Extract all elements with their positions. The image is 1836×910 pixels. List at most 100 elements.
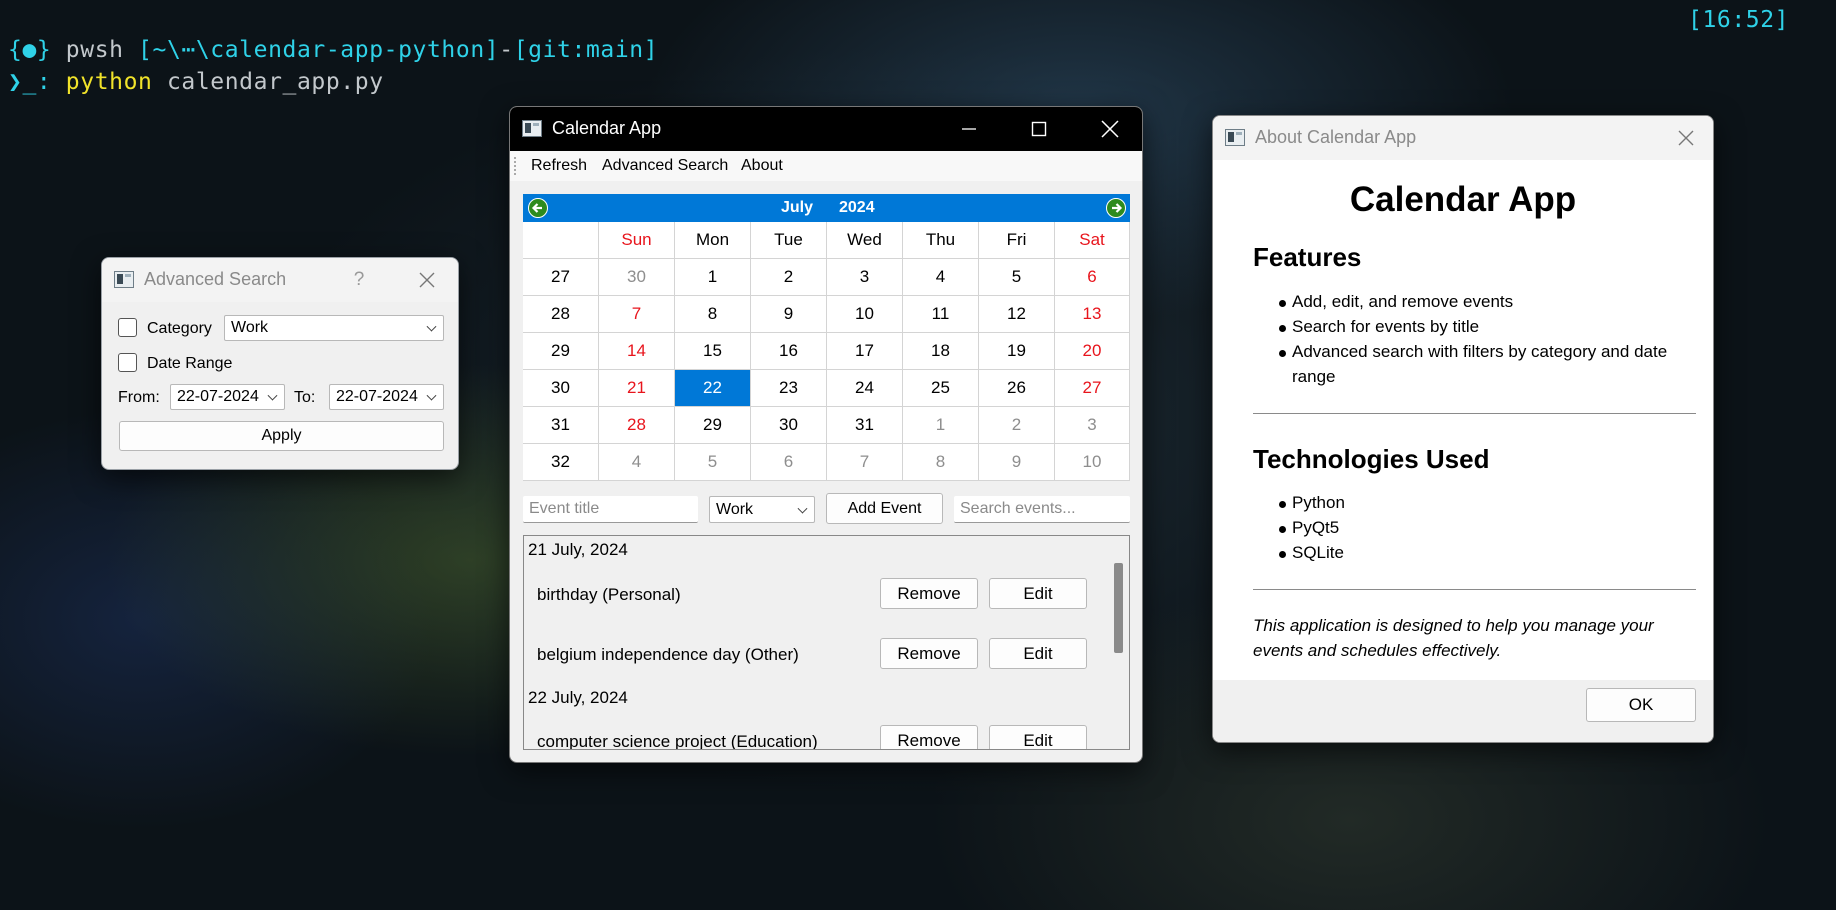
maximize-button[interactable] — [1024, 115, 1054, 143]
calendar-day-cell[interactable]: 19 — [979, 333, 1055, 370]
calendar-day-cell[interactable]: 3 — [827, 259, 903, 296]
terminal-clock: [16:52] — [1688, 7, 1790, 33]
calendar-day-cell[interactable]: 1 — [675, 259, 751, 296]
calendar-day-cell[interactable]: 23 — [751, 370, 827, 407]
chevron-down-icon — [797, 503, 808, 514]
event-group-date: 22 July, 2024 — [528, 688, 628, 707]
advanced-search-window: Advanced Search ? Category Work Date Ran… — [101, 257, 459, 470]
about-titlebar[interactable]: About Calendar App — [1213, 116, 1713, 160]
next-month-button[interactable] — [1106, 198, 1126, 223]
calendar-day-cell[interactable]: 5 — [979, 259, 1055, 296]
remove-event-button[interactable]: Remove — [880, 725, 978, 749]
edit-event-button[interactable]: Edit — [989, 638, 1087, 669]
event-label: belgium independence day (Other) — [537, 645, 799, 664]
menu-about[interactable]: About — [741, 157, 783, 175]
technology-item: PyQt5 — [1278, 518, 1340, 537]
ok-button[interactable]: OK — [1586, 688, 1696, 722]
close-icon — [419, 272, 435, 288]
week-number: 28 — [523, 296, 599, 333]
calendar-day-cell[interactable]: 7 — [827, 444, 903, 481]
event-category-value: Work — [716, 500, 754, 518]
category-checkbox[interactable] — [118, 318, 137, 337]
event-label: computer science project (Education) — [537, 732, 818, 750]
about-heading: Calendar App — [1349, 180, 1577, 219]
edit-event-button[interactable]: Edit — [989, 725, 1087, 749]
calendar-day-cell[interactable]: 30 — [599, 259, 675, 296]
month-label[interactable]: July — [781, 199, 813, 217]
calendar-day-cell[interactable]: 25 — [903, 370, 979, 407]
calendar-day-cell[interactable]: 9 — [751, 296, 827, 333]
calendar-day-cell[interactable]: 17 — [827, 333, 903, 370]
git-branch: main] — [585, 37, 659, 63]
calendar-day-cell[interactable]: 8 — [675, 296, 751, 333]
calendar-day-cell[interactable]: 4 — [903, 259, 979, 296]
calendar-day-cell[interactable]: 6 — [1055, 259, 1130, 296]
calendar-day-cell-selected[interactable]: 22 — [675, 370, 751, 407]
app-icon — [522, 120, 542, 137]
advanced-search-titlebar[interactable]: Advanced Search ? — [102, 258, 458, 302]
calendar-day-cell[interactable]: 10 — [827, 296, 903, 333]
app-icon — [114, 271, 134, 288]
menu-advanced-search[interactable]: Advanced Search — [602, 157, 728, 175]
date-range-checkbox[interactable] — [118, 353, 137, 372]
calendar-day-cell[interactable]: 10 — [1055, 444, 1130, 481]
scrollbar-thumb[interactable] — [1114, 563, 1123, 653]
calendar-day-cell[interactable]: 26 — [979, 370, 1055, 407]
calendar-day-cell[interactable]: 13 — [1055, 296, 1130, 333]
event-title-input[interactable]: Event title — [523, 496, 698, 523]
prev-month-button[interactable] — [528, 198, 548, 223]
calendar-day-cell[interactable]: 16 — [751, 333, 827, 370]
to-date-input[interactable]: 22-07-2024 — [329, 384, 444, 410]
apply-button[interactable]: Apply — [119, 421, 444, 451]
from-date-input[interactable]: 22-07-2024 — [170, 384, 285, 410]
calendar-day-cell[interactable]: 30 — [751, 407, 827, 444]
scrollbar[interactable] — [1107, 536, 1129, 749]
help-button[interactable]: ? — [346, 266, 372, 294]
calendar-day-cell[interactable]: 12 — [979, 296, 1055, 333]
minimize-icon — [962, 128, 976, 130]
search-events-input[interactable]: Search events... — [954, 496, 1130, 523]
calendar-day-cell[interactable]: 21 — [599, 370, 675, 407]
calendar-grid: Sun Mon Tue Wed Thu Fri Sat 27 30 1 2 3 4 5 6 28 7 8 9 10 11… — [523, 222, 1130, 481]
add-event-button[interactable]: Add Event — [826, 493, 943, 524]
calendar-day-cell[interactable]: 1 — [903, 407, 979, 444]
close-button[interactable] — [1095, 115, 1125, 143]
remove-event-button[interactable]: Remove — [880, 578, 978, 609]
date-range-label: Date Range — [147, 355, 233, 372]
technology-item: Python — [1279, 493, 1345, 512]
close-button[interactable] — [1673, 124, 1699, 152]
calendar-day-cell[interactable]: 9 — [979, 444, 1055, 481]
calendar-day-cell[interactable]: 5 — [675, 444, 751, 481]
calendar-day-cell[interactable]: 31 — [827, 407, 903, 444]
calendar-day-cell[interactable]: 27 — [1055, 370, 1130, 407]
remove-event-button[interactable]: Remove — [880, 638, 978, 669]
calendar-day-cell[interactable]: 4 — [599, 444, 675, 481]
maximize-icon — [1031, 121, 1047, 137]
calendar-day-cell[interactable]: 6 — [751, 444, 827, 481]
category-select[interactable]: Work — [224, 315, 444, 341]
calendar-day-cell[interactable]: 24 — [827, 370, 903, 407]
calendar-day-cell[interactable]: 29 — [675, 407, 751, 444]
calendar-day-cell[interactable]: 8 — [903, 444, 979, 481]
minimize-button[interactable] — [954, 115, 984, 143]
calendar-day-cell[interactable]: 7 — [599, 296, 675, 333]
event-category-select[interactable]: Work — [709, 496, 815, 523]
technology-item: SQLite — [1279, 543, 1344, 562]
calendar-day-cell[interactable]: 20 — [1055, 333, 1130, 370]
calendar-day-cell[interactable]: 11 — [903, 296, 979, 333]
calendar-day-cell[interactable]: 3 — [1055, 407, 1130, 444]
calendar-day-cell[interactable]: 28 — [599, 407, 675, 444]
close-icon — [1678, 130, 1694, 146]
calendar-day-cell[interactable]: 14 — [599, 333, 675, 370]
calendar-day-cell[interactable]: 18 — [903, 333, 979, 370]
calendar-day-cell[interactable]: 2 — [979, 407, 1055, 444]
edit-event-button[interactable]: Edit — [989, 578, 1087, 609]
menu-refresh[interactable]: Refresh — [531, 157, 587, 175]
git-label: [git: — [513, 37, 586, 63]
calendar-day-cell[interactable]: 2 — [751, 259, 827, 296]
close-button[interactable] — [414, 266, 440, 294]
year-label[interactable]: 2024 — [839, 199, 875, 217]
calendar-day-cell[interactable]: 15 — [675, 333, 751, 370]
calendar-app-titlebar[interactable]: Calendar App — [510, 107, 1142, 151]
features-heading: Features — [1253, 242, 1362, 272]
